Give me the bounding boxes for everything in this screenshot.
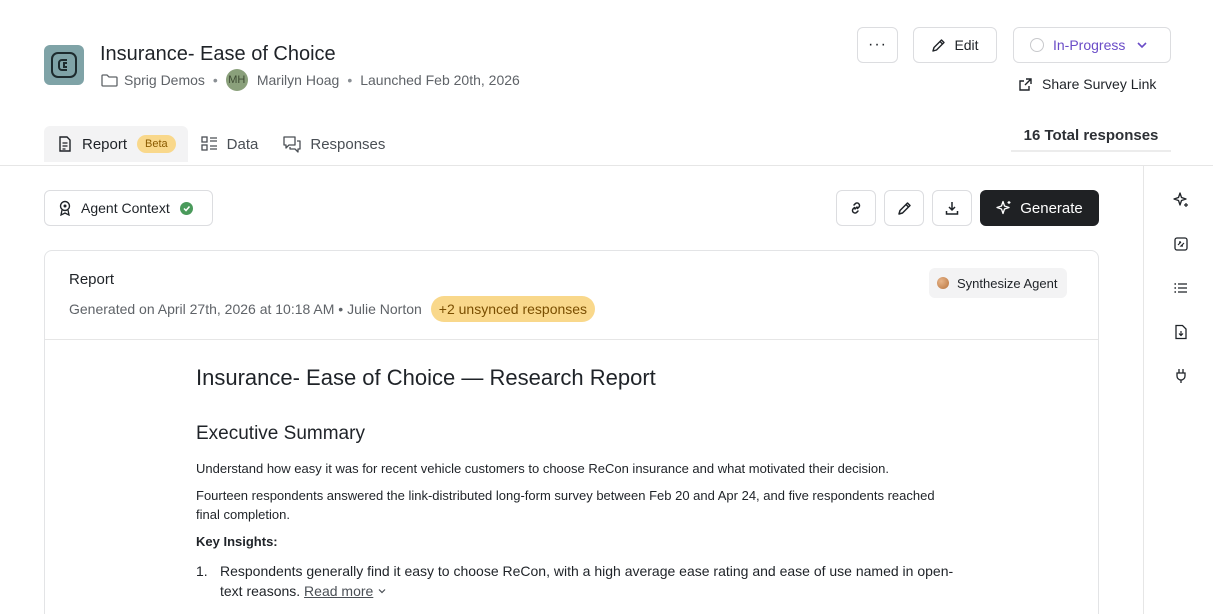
agent-avatar-icon — [937, 277, 949, 289]
executive-summary-heading: Executive Summary — [196, 423, 365, 444]
list-icon[interactable] — [1172, 279, 1190, 297]
data-icon — [201, 136, 217, 151]
download-icon — [945, 202, 959, 215]
edit-button[interactable]: Edit — [913, 27, 997, 63]
check-icon — [179, 201, 193, 215]
survey-tabs: Report Beta Data Responses — [44, 126, 397, 162]
synthesize-agent-chip[interactable]: Synthesize Agent — [929, 268, 1068, 298]
file-icon[interactable] — [1172, 323, 1190, 341]
generate-button[interactable]: Generate — [980, 190, 1099, 226]
image-icon[interactable] — [1172, 235, 1190, 253]
list-number: 1. — [196, 563, 208, 579]
survey-meta: Sprig Demos • MH Marilyn Hoag • Launched… — [101, 69, 520, 91]
insights-list: 1. Respondents generally find it easy to… — [196, 561, 956, 601]
tab-responses[interactable]: Responses — [270, 126, 397, 162]
generate-label: Generate — [1020, 199, 1083, 217]
sparkle-icon — [996, 200, 1011, 215]
tab-label: Report — [82, 135, 128, 153]
folder-name[interactable]: Sprig Demos — [124, 72, 205, 88]
logo-mark-icon — [51, 52, 77, 78]
read-more-link[interactable]: Read more — [304, 583, 373, 599]
document-title: Insurance- Ease of Choice — Research Rep… — [196, 365, 656, 390]
agent-context-button[interactable]: Agent Context — [44, 190, 213, 226]
report-icon — [59, 136, 71, 152]
chevron-down-icon — [1137, 42, 1147, 49]
link-icon — [851, 202, 861, 214]
survey-header: Insurance- Ease of Choice Sprig Demos • … — [0, 0, 1213, 166]
status-dropdown[interactable]: In-Progress — [1013, 27, 1171, 63]
key-insights-label: Key Insights: — [196, 534, 278, 549]
agent-label: Synthesize Agent — [957, 275, 1058, 291]
plug-icon[interactable] — [1172, 367, 1190, 385]
pin-icon — [59, 200, 71, 216]
tab-report[interactable]: Report Beta — [44, 126, 188, 162]
share-label: Share Survey Link — [1042, 76, 1157, 92]
summary-paragraph: Understand how easy it was for recent ve… — [196, 461, 889, 476]
sparkle-icon[interactable] — [1172, 191, 1190, 209]
more-options-button[interactable]: ··· — [857, 27, 898, 63]
total-responses: 16 Total responses — [1011, 126, 1171, 152]
separator-dot: • — [347, 72, 353, 88]
list-item: 1. Respondents generally find it easy to… — [196, 561, 956, 601]
status-label: In-Progress — [1053, 37, 1126, 53]
report-meta: Generated on April 27th, 2026 at 10:18 A… — [69, 296, 596, 322]
status-circle-icon — [1030, 38, 1044, 52]
survey-logo — [44, 45, 84, 85]
folder-icon — [101, 73, 118, 87]
tab-data[interactable]: Data — [188, 126, 271, 162]
unsynced-badge[interactable]: +2 unsynced responses — [430, 296, 596, 322]
beta-badge: Beta — [137, 135, 176, 153]
external-link-icon — [1019, 77, 1032, 91]
separator-dot: • — [212, 72, 218, 88]
report-card: Report Generated on April 27th, 2026 at … — [44, 250, 1099, 614]
share-survey-link[interactable]: Share Survey Link — [1018, 76, 1156, 92]
page-title: Insurance- Ease of Choice — [100, 43, 336, 65]
tab-label: Responses — [310, 135, 386, 153]
generated-info: Generated on April 27th, 2026 at 10:18 A… — [69, 301, 422, 317]
avatar: MH — [225, 69, 248, 91]
right-sidebar — [1143, 166, 1213, 614]
edit-report-button[interactable] — [884, 190, 924, 226]
report-document: Insurance- Ease of Choice — Research Rep… — [196, 365, 956, 601]
agent-context-label: Agent Context — [81, 200, 170, 216]
responses-icon — [283, 136, 302, 153]
pencil-icon — [932, 38, 946, 52]
owner-name: Marilyn Hoag — [256, 72, 340, 88]
edit-label: Edit — [954, 37, 979, 53]
insight-body: Respondents generally find it easy to ch… — [220, 561, 956, 601]
copy-link-button[interactable] — [836, 190, 876, 226]
download-button[interactable] — [932, 190, 972, 226]
pencil-icon — [897, 201, 911, 215]
report-card-header: Report Generated on April 27th, 2026 at … — [45, 251, 1098, 340]
chevron-down-icon — [378, 589, 386, 594]
report-heading: Report — [69, 271, 115, 288]
tab-label: Data — [226, 135, 259, 153]
summary-paragraph: Fourteen respondents answered the link-d… — [196, 488, 935, 522]
launch-date: Launched Feb 20th, 2026 — [360, 72, 520, 88]
